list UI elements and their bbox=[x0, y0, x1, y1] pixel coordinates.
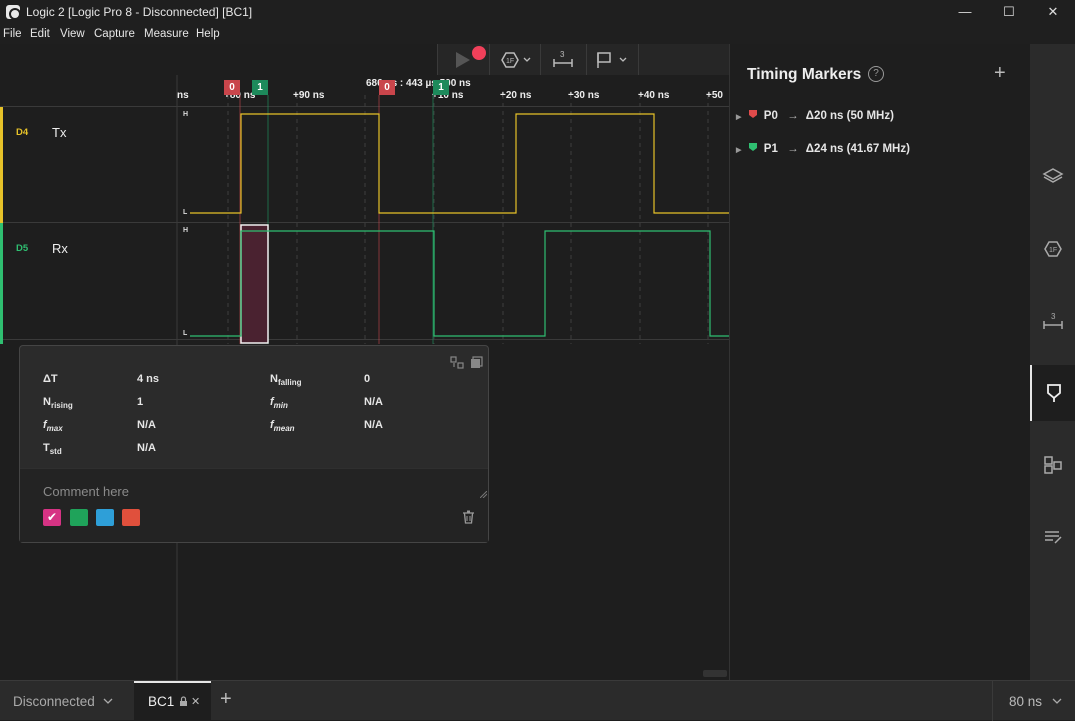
menu-edit[interactable]: Edit bbox=[30, 28, 50, 40]
marker-row-p1[interactable]: ▶ P1 → Δ24 ns (41.67 MHz) bbox=[736, 142, 910, 155]
svg-text:1F: 1F bbox=[1049, 247, 1057, 254]
status-bar: Disconnected BC1 ✕ + 80 ns bbox=[0, 680, 1075, 721]
menu-capture[interactable]: Capture bbox=[94, 28, 135, 40]
color-swatch-green[interactable] bbox=[70, 509, 88, 526]
zoom-dropdown[interactable]: 80 ns bbox=[992, 681, 1075, 721]
rx-waveform bbox=[190, 230, 729, 337]
arrow-right-icon: → bbox=[787, 143, 799, 155]
delta-t-label: ΔT bbox=[43, 373, 58, 385]
measurement-selection bbox=[240, 224, 269, 344]
analyzer-dropdown-button[interactable]: 1F bbox=[498, 51, 534, 74]
marker-row-p0[interactable]: ▶ P0 → Δ20 ns (50 MHz) bbox=[736, 109, 894, 122]
f-max-label: fmax bbox=[43, 419, 63, 434]
comment-section: ✔ bbox=[20, 468, 488, 542]
session-tab-label: BC1 bbox=[148, 694, 175, 709]
n-falling-value: 0 bbox=[364, 373, 371, 385]
lock-icon bbox=[180, 696, 187, 706]
window-title: Logic 2 [Logic Pro 8 - Disconnected] [BC… bbox=[26, 5, 253, 19]
f-mean-label: fmean bbox=[270, 419, 295, 434]
marker-dropdown-button[interactable] bbox=[596, 51, 632, 74]
menu-bar: File Edit View Capture Measure Help bbox=[0, 24, 1075, 44]
marker-name: P1 bbox=[763, 143, 778, 155]
svg-text:3: 3 bbox=[1051, 312, 1056, 321]
measure-button[interactable]: 3 bbox=[552, 49, 574, 74]
extensions-panel-button[interactable] bbox=[1030, 437, 1075, 493]
maximize-button[interactable]: ☐ bbox=[987, 0, 1031, 24]
marker-pin-icon bbox=[1046, 384, 1061, 402]
expand-icon[interactable] bbox=[450, 356, 464, 369]
marker-name: P0 bbox=[763, 110, 778, 122]
measurement-popup: ΔT 4 ns Nfalling 0 Nrising 1 fmin N/A fm… bbox=[19, 345, 489, 543]
measurements-panel-button[interactable]: 3 bbox=[1030, 293, 1075, 349]
zoom-level: 80 ns bbox=[1009, 693, 1043, 709]
close-tab-icon[interactable]: ✕ bbox=[191, 695, 200, 708]
f-max-value: N/A bbox=[137, 419, 156, 431]
panel-title: Timing Markers bbox=[747, 66, 862, 83]
copy-icon[interactable] bbox=[470, 356, 483, 369]
side-rail: 1F 3 bbox=[1030, 44, 1075, 680]
app-logo-icon bbox=[6, 5, 21, 20]
analyzers-panel-button[interactable]: 1F bbox=[1030, 221, 1075, 277]
capture-toolbar: 1F 3 bbox=[437, 44, 729, 75]
flag-marker-icon bbox=[597, 52, 627, 68]
tx-waveform bbox=[190, 113, 729, 214]
menu-measure[interactable]: Measure bbox=[144, 28, 189, 40]
color-swatch-blue[interactable] bbox=[96, 509, 114, 526]
arrow-right-icon: → bbox=[787, 110, 799, 122]
help-icon[interactable]: ? bbox=[868, 66, 884, 82]
session-tab[interactable]: BC1 ✕ bbox=[134, 681, 211, 721]
close-button[interactable]: ✕ bbox=[1031, 0, 1075, 24]
menu-view[interactable]: View bbox=[60, 28, 85, 40]
minimize-button[interactable]: — bbox=[943, 0, 987, 24]
analyzer-hex-icon: 1F bbox=[1043, 241, 1062, 257]
horizontal-scrollbar bbox=[703, 670, 727, 677]
n-rising-label: Nrising bbox=[43, 396, 73, 411]
layers-icon bbox=[1041, 168, 1064, 183]
chevron-down-icon bbox=[103, 698, 113, 704]
notes-icon bbox=[1044, 531, 1062, 544]
marker-delta: Δ24 ns (41.67 MHz) bbox=[805, 143, 910, 155]
marker-delta: Δ20 ns (50 MHz) bbox=[805, 110, 894, 122]
color-swatch-red[interactable] bbox=[122, 509, 140, 526]
timing-markers-panel-button[interactable] bbox=[1030, 365, 1075, 421]
chevron-down-icon bbox=[1052, 698, 1062, 704]
notes-panel-button[interactable] bbox=[1030, 509, 1075, 565]
t-std-label: Tstd bbox=[43, 442, 62, 457]
f-min-label: fmin bbox=[270, 396, 288, 411]
analyzer-hex-icon: 1F bbox=[501, 52, 531, 68]
n-falling-label: Nfalling bbox=[270, 373, 302, 388]
resize-grip-icon[interactable] bbox=[480, 491, 487, 498]
marker-pin-icon bbox=[748, 143, 757, 151]
n-rising-value: 1 bbox=[137, 396, 144, 408]
f-min-value: N/A bbox=[364, 396, 383, 408]
svg-text:3: 3 bbox=[560, 50, 565, 59]
add-marker-button[interactable]: + bbox=[994, 62, 1006, 85]
f-mean-value: N/A bbox=[364, 419, 383, 431]
delta-t-value: 4 ns bbox=[137, 373, 160, 385]
color-swatch-pink-selected[interactable]: ✔ bbox=[43, 509, 61, 526]
marker-pin-icon bbox=[748, 110, 757, 118]
t-std-value: N/A bbox=[137, 442, 156, 454]
extensions-grid-icon bbox=[1043, 456, 1062, 474]
timing-markers-panel: Timing Markers ? + ▶ P0 → Δ20 ns (50 MHz… bbox=[729, 44, 1030, 680]
add-tab-button[interactable]: + bbox=[220, 688, 232, 711]
trash-icon[interactable] bbox=[462, 510, 475, 524]
title-bar: Logic 2 [Logic Pro 8 - Disconnected] [BC… bbox=[0, 0, 1075, 24]
measure-ruler-icon: 3 bbox=[1042, 312, 1063, 329]
expand-arrow-icon[interactable]: ▶ bbox=[736, 147, 741, 154]
comment-input[interactable] bbox=[43, 482, 463, 500]
device-panel-button[interactable] bbox=[1030, 148, 1075, 204]
menu-file[interactable]: File bbox=[3, 28, 22, 40]
measure-ruler-icon: 3 bbox=[553, 50, 573, 67]
svg-text:1F: 1F bbox=[506, 58, 514, 65]
record-indicator-icon bbox=[472, 46, 486, 60]
expand-arrow-icon[interactable]: ▶ bbox=[736, 114, 741, 121]
connection-dropdown[interactable]: Disconnected bbox=[0, 681, 134, 721]
connection-status: Disconnected bbox=[13, 693, 95, 709]
menu-help[interactable]: Help bbox=[196, 28, 220, 40]
